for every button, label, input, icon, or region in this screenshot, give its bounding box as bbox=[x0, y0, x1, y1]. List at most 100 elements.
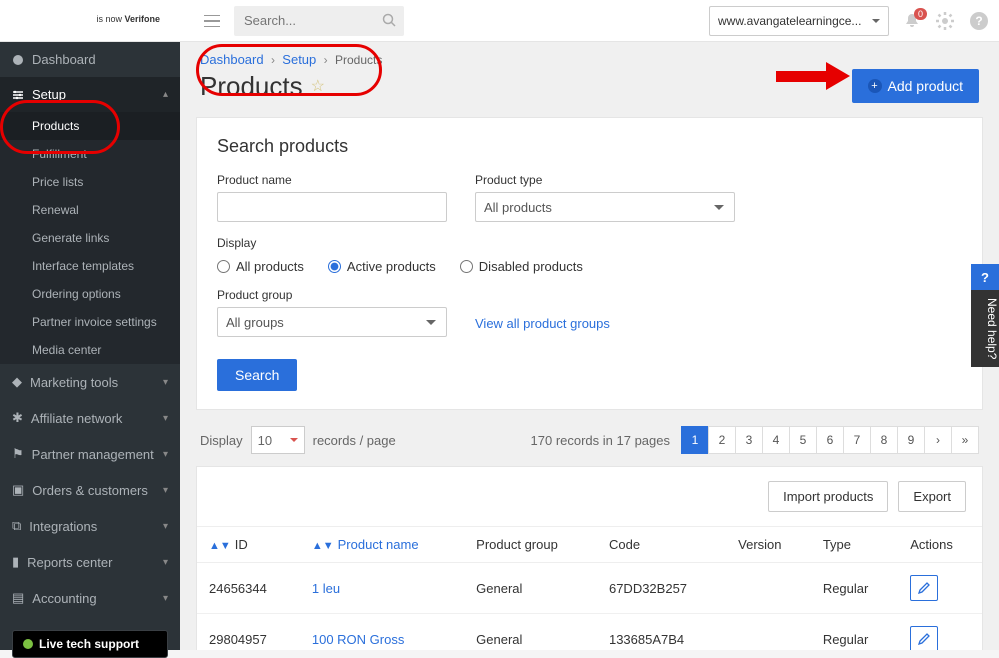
edit-button[interactable] bbox=[910, 626, 938, 650]
page-2[interactable]: 2 bbox=[708, 426, 736, 454]
partner-icon: ⚑ bbox=[12, 446, 24, 462]
edit-button[interactable] bbox=[910, 575, 938, 601]
page-6[interactable]: 6 bbox=[816, 426, 844, 454]
page-4[interactable]: 4 bbox=[762, 426, 790, 454]
chevron-down-icon: ▾ bbox=[163, 485, 168, 496]
status-dot-icon bbox=[23, 639, 33, 649]
sidebar-item-partner[interactable]: ⚑Partner management▾ bbox=[0, 436, 180, 472]
search-panel-title: Search products bbox=[217, 136, 962, 157]
sidebar-item-reports[interactable]: ▮Reports center▾ bbox=[0, 544, 180, 580]
cell-id: 29804957 bbox=[197, 614, 300, 651]
product-group-select[interactable]: All groups bbox=[217, 307, 447, 337]
sidebar-label: Affiliate network bbox=[31, 411, 123, 426]
chevron-down-icon: ▾ bbox=[163, 413, 168, 424]
add-product-button[interactable]: + Add product bbox=[852, 69, 980, 103]
search-icon[interactable] bbox=[382, 13, 396, 27]
page-1[interactable]: 1 bbox=[681, 426, 709, 454]
affiliate-icon: ✱ bbox=[12, 410, 23, 426]
sidebar: Dashboard Setup ▴ Products Fulfillment P… bbox=[0, 42, 180, 650]
help-question-tab[interactable]: ? bbox=[971, 264, 999, 290]
pager-summary: 170 records in 17 pages bbox=[531, 433, 670, 448]
cell-code: 67DD32B257 bbox=[597, 563, 726, 614]
reports-icon: ▮ bbox=[12, 554, 19, 570]
radio-active-products[interactable]: Active products bbox=[328, 259, 436, 274]
notifications-icon[interactable]: 0 bbox=[903, 12, 921, 30]
sidebar-sub-generatelinks[interactable]: Generate links bbox=[0, 224, 180, 252]
chevron-down-icon: ▾ bbox=[163, 521, 168, 532]
import-products-button[interactable]: Import products bbox=[768, 481, 888, 512]
sidebar-sub-templates[interactable]: Interface templates bbox=[0, 252, 180, 280]
sidebar-label: Setup bbox=[32, 87, 66, 102]
sidebar-item-affiliate[interactable]: ✱ Affiliate network ▾ bbox=[0, 400, 180, 436]
per-page-select[interactable]: 10 bbox=[251, 426, 305, 454]
view-all-groups-link[interactable]: View all product groups bbox=[475, 316, 610, 331]
sidebar-sub-renewal[interactable]: Renewal bbox=[0, 196, 180, 224]
product-group-label: Product group bbox=[217, 288, 447, 302]
sidebar-sub-partnerinvoice[interactable]: Partner invoice settings bbox=[0, 308, 180, 336]
live-support-button[interactable]: Live tech support bbox=[12, 630, 168, 658]
sidebar-item-setup[interactable]: Setup ▴ bbox=[0, 77, 180, 112]
sidebar-label: Marketing tools bbox=[30, 375, 118, 390]
global-search bbox=[234, 6, 404, 36]
page-header: Products ☆ + Add product bbox=[180, 67, 999, 117]
breadcrumb: Dashboard › Setup › Products bbox=[180, 42, 999, 67]
breadcrumb-setup[interactable]: Setup bbox=[282, 52, 316, 67]
topbar: 2checkout is now Verifone www.avangatele… bbox=[0, 0, 999, 42]
export-button[interactable]: Export bbox=[898, 481, 966, 512]
product-type-select[interactable]: All products bbox=[475, 192, 735, 222]
th-version: Version bbox=[726, 527, 811, 563]
cell-version bbox=[726, 614, 811, 651]
sort-icon: ▲▼ bbox=[209, 540, 231, 552]
setup-icon bbox=[12, 89, 24, 101]
cell-version bbox=[726, 563, 811, 614]
page-8[interactable]: 8 bbox=[870, 426, 898, 454]
cell-group: General bbox=[464, 614, 597, 651]
breadcrumb-dashboard[interactable]: Dashboard bbox=[200, 52, 264, 67]
display-label: Display bbox=[200, 433, 243, 448]
gear-icon[interactable] bbox=[935, 11, 955, 31]
page-next[interactable]: › bbox=[924, 426, 952, 454]
chevron-down-icon: ▾ bbox=[163, 449, 168, 460]
th-name[interactable]: ▲▼Product name bbox=[300, 527, 464, 563]
search-button[interactable]: Search bbox=[217, 359, 297, 391]
chevron-down-icon: ▾ bbox=[163, 557, 168, 568]
page-title: Products bbox=[200, 71, 303, 102]
favorite-star-icon[interactable]: ☆ bbox=[311, 76, 325, 96]
sidebar-item-marketing[interactable]: ◆Marketing tools▾ bbox=[0, 364, 180, 400]
help-icon[interactable]: ? bbox=[969, 11, 989, 31]
sidebar-sub-fulfillment[interactable]: Fulfillment bbox=[0, 140, 180, 168]
cell-group: General bbox=[464, 563, 597, 614]
product-link[interactable]: 1 leu bbox=[312, 581, 340, 596]
support-label: Live tech support bbox=[39, 637, 139, 651]
th-type: Type bbox=[811, 527, 898, 563]
page-3[interactable]: 3 bbox=[735, 426, 763, 454]
product-type-label: Product type bbox=[475, 173, 735, 187]
account-dropdown[interactable]: www.avangatelearningce... bbox=[709, 6, 889, 36]
marketing-icon: ◆ bbox=[12, 374, 22, 390]
radio-all-products[interactable]: All products bbox=[217, 259, 304, 274]
menu-toggle-icon[interactable] bbox=[204, 15, 220, 27]
sidebar-label: Accounting bbox=[32, 591, 96, 606]
sidebar-item-integrations[interactable]: ⧉Integrations▾ bbox=[0, 508, 180, 544]
sidebar-item-accounting[interactable]: ▤Accounting▾ bbox=[0, 580, 180, 616]
sidebar-sub-products[interactable]: Products bbox=[0, 112, 180, 140]
display-label: Display bbox=[217, 236, 962, 250]
sidebar-item-dashboard[interactable]: Dashboard bbox=[0, 42, 180, 77]
search-input[interactable] bbox=[234, 6, 404, 36]
need-help-tab[interactable]: Need help? bbox=[971, 290, 999, 367]
product-name-input[interactable] bbox=[217, 192, 447, 222]
sidebar-sub-ordering[interactable]: Ordering options bbox=[0, 280, 180, 308]
sidebar-item-orders[interactable]: ▣Orders & customers▾ bbox=[0, 472, 180, 508]
radio-disabled-products[interactable]: Disabled products bbox=[460, 259, 583, 274]
setup-submenu: Products Fulfillment Price lists Renewal… bbox=[0, 112, 180, 364]
page-7[interactable]: 7 bbox=[843, 426, 871, 454]
page-9[interactable]: 9 bbox=[897, 426, 925, 454]
cell-type: Regular bbox=[811, 563, 898, 614]
page-5[interactable]: 5 bbox=[789, 426, 817, 454]
page-last[interactable]: » bbox=[951, 426, 979, 454]
th-id[interactable]: ▲▼ID bbox=[197, 527, 300, 563]
notification-badge: 0 bbox=[914, 8, 927, 20]
sidebar-sub-media[interactable]: Media center bbox=[0, 336, 180, 364]
sidebar-sub-pricelists[interactable]: Price lists bbox=[0, 168, 180, 196]
product-link[interactable]: 100 RON Gross bbox=[312, 632, 404, 647]
